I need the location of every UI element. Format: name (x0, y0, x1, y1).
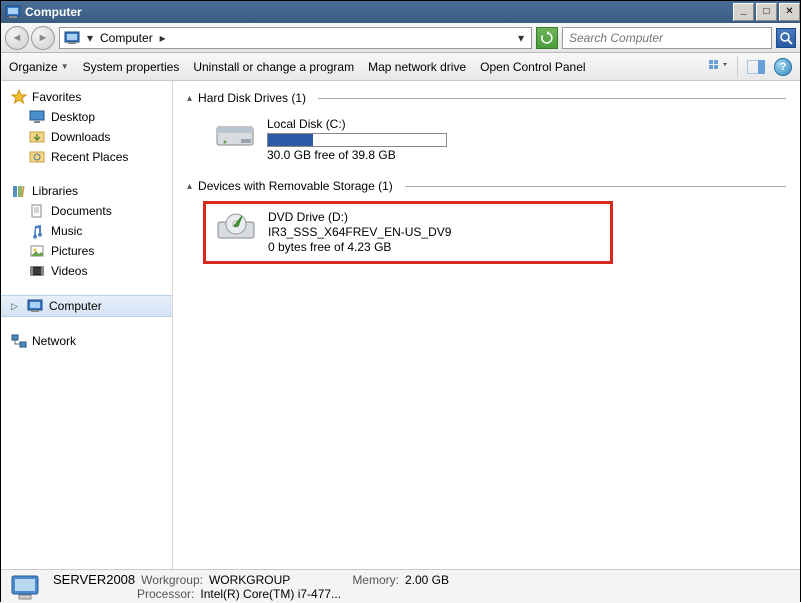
libraries-label: Libraries (32, 184, 78, 198)
sidebar-item-music[interactable]: Music (1, 221, 172, 241)
search-icon (779, 31, 793, 45)
sidebar-item-documents[interactable]: Documents (1, 201, 172, 221)
tiles-view-icon (709, 59, 729, 75)
status-workgroup-label: Workgroup: (141, 573, 203, 587)
minimize-button[interactable]: _ (733, 3, 754, 21)
back-button[interactable]: ◄ (5, 26, 29, 50)
status-computer-name: SERVER2008 (53, 572, 135, 588)
sidebar-item-pictures[interactable]: Pictures (1, 241, 172, 261)
sidebar-item-desktop[interactable]: Desktop (1, 107, 172, 127)
search-input[interactable] (565, 31, 769, 45)
status-memory: 2.00 GB (405, 573, 449, 587)
music-icon (29, 223, 45, 239)
close-button[interactable]: ✕ (779, 3, 800, 21)
drive-volume-label: IR3_SSS_X64FREV_EN-US_DV9 (268, 225, 451, 240)
search-box[interactable] (562, 27, 772, 49)
status-processor-label: Processor: (137, 587, 194, 601)
libraries-icon (11, 183, 27, 199)
help-button[interactable]: ? (774, 58, 792, 76)
preview-pane-icon (747, 60, 765, 74)
computer-icon (64, 30, 80, 46)
removable-section-header[interactable]: ▴ Devices with Removable Storage (1) (187, 179, 786, 193)
maximize-button[interactable]: □ (756, 3, 777, 21)
view-options-button[interactable] (707, 56, 731, 78)
hdd-section-header[interactable]: ▴ Hard Disk Drives (1) (187, 91, 786, 105)
sidebar-item-recent-places[interactable]: Recent Places (1, 147, 172, 167)
uninstall-program-button[interactable]: Uninstall or change a program (193, 60, 354, 74)
computer-icon (27, 298, 43, 314)
downloads-icon (29, 129, 45, 145)
refresh-icon (540, 31, 554, 45)
details-pane: SERVER2008 Workgroup: WORKGROUP Memory: … (1, 569, 800, 603)
desktop-icon (29, 109, 45, 125)
navigation-pane: Favorites Desktop Downloads Recent Place… (1, 81, 173, 569)
chevron-down-icon[interactable]: ▾ (84, 31, 96, 45)
highlight-annotation: DVD Drive (D:) IR3_SSS_X64FREV_EN-US_DV9… (203, 201, 613, 264)
map-network-drive-button[interactable]: Map network drive (368, 60, 466, 74)
computer-icon (5, 4, 21, 20)
search-button[interactable] (776, 28, 796, 48)
address-history-dropdown[interactable]: ▾ (515, 31, 527, 45)
window-titlebar: Computer _ □ ✕ (1, 1, 800, 23)
favorites-label: Favorites (32, 90, 81, 104)
pictures-icon (29, 243, 45, 259)
drive-free-space: 30.0 GB free of 39.8 GB (267, 148, 447, 163)
address-bar[interactable]: ▾ Computer ▸ ▾ (59, 27, 532, 49)
window-title: Computer (25, 5, 82, 19)
collapse-caret-icon[interactable]: ▴ (187, 181, 192, 192)
drive-local-disk-c[interactable]: Local Disk (C:) 30.0 GB free of 39.8 GB (207, 113, 786, 167)
breadcrumb-chevron-icon[interactable]: ▸ (157, 31, 169, 45)
hard-drive-icon (213, 117, 257, 153)
command-toolbar: Organize ▼ System properties Uninstall o… (1, 53, 800, 81)
toolbar-divider (737, 56, 738, 78)
expand-arrow-icon[interactable]: ▷ (11, 301, 21, 312)
drive-dvd-d[interactable]: DVD Drive (D:) IR3_SSS_X64FREV_EN-US_DV9… (208, 206, 608, 259)
documents-icon (29, 203, 45, 219)
preview-pane-button[interactable] (744, 56, 768, 78)
drive-name: DVD Drive (D:) (268, 210, 451, 225)
status-memory-label: Memory: (352, 573, 399, 587)
videos-icon (29, 263, 45, 279)
network-icon (11, 333, 27, 349)
content-pane: ▴ Hard Disk Drives (1) Local Disk (C:) 3… (173, 81, 800, 569)
dvd-drive-icon (214, 210, 258, 246)
drive-name: Local Disk (C:) (267, 117, 447, 132)
libraries-header[interactable]: Libraries (1, 181, 172, 201)
status-workgroup: WORKGROUP (209, 573, 290, 587)
refresh-button[interactable] (536, 27, 558, 49)
collapse-caret-icon[interactable]: ▴ (187, 93, 192, 104)
drive-free-space: 0 bytes free of 4.23 GB (268, 240, 451, 255)
computer-large-icon (9, 572, 45, 602)
capacity-bar (267, 133, 447, 147)
address-location: Computer (100, 31, 153, 45)
favorites-header[interactable]: Favorites (1, 87, 172, 107)
organize-menu[interactable]: Organize ▼ (9, 60, 69, 74)
star-icon (11, 89, 27, 105)
system-properties-button[interactable]: System properties (83, 60, 180, 74)
recent-places-icon (29, 149, 45, 165)
sidebar-item-network[interactable]: Network (1, 331, 172, 351)
forward-button[interactable]: ► (31, 26, 55, 50)
status-processor: Intel(R) Core(TM) i7-477... (200, 587, 341, 601)
navigation-bar: ◄ ► ▾ Computer ▸ ▾ (1, 23, 800, 53)
chevron-down-icon: ▼ (61, 62, 69, 71)
sidebar-item-computer[interactable]: ▷ Computer (1, 295, 172, 317)
sidebar-item-videos[interactable]: Videos (1, 261, 172, 281)
sidebar-item-downloads[interactable]: Downloads (1, 127, 172, 147)
open-control-panel-button[interactable]: Open Control Panel (480, 60, 585, 74)
